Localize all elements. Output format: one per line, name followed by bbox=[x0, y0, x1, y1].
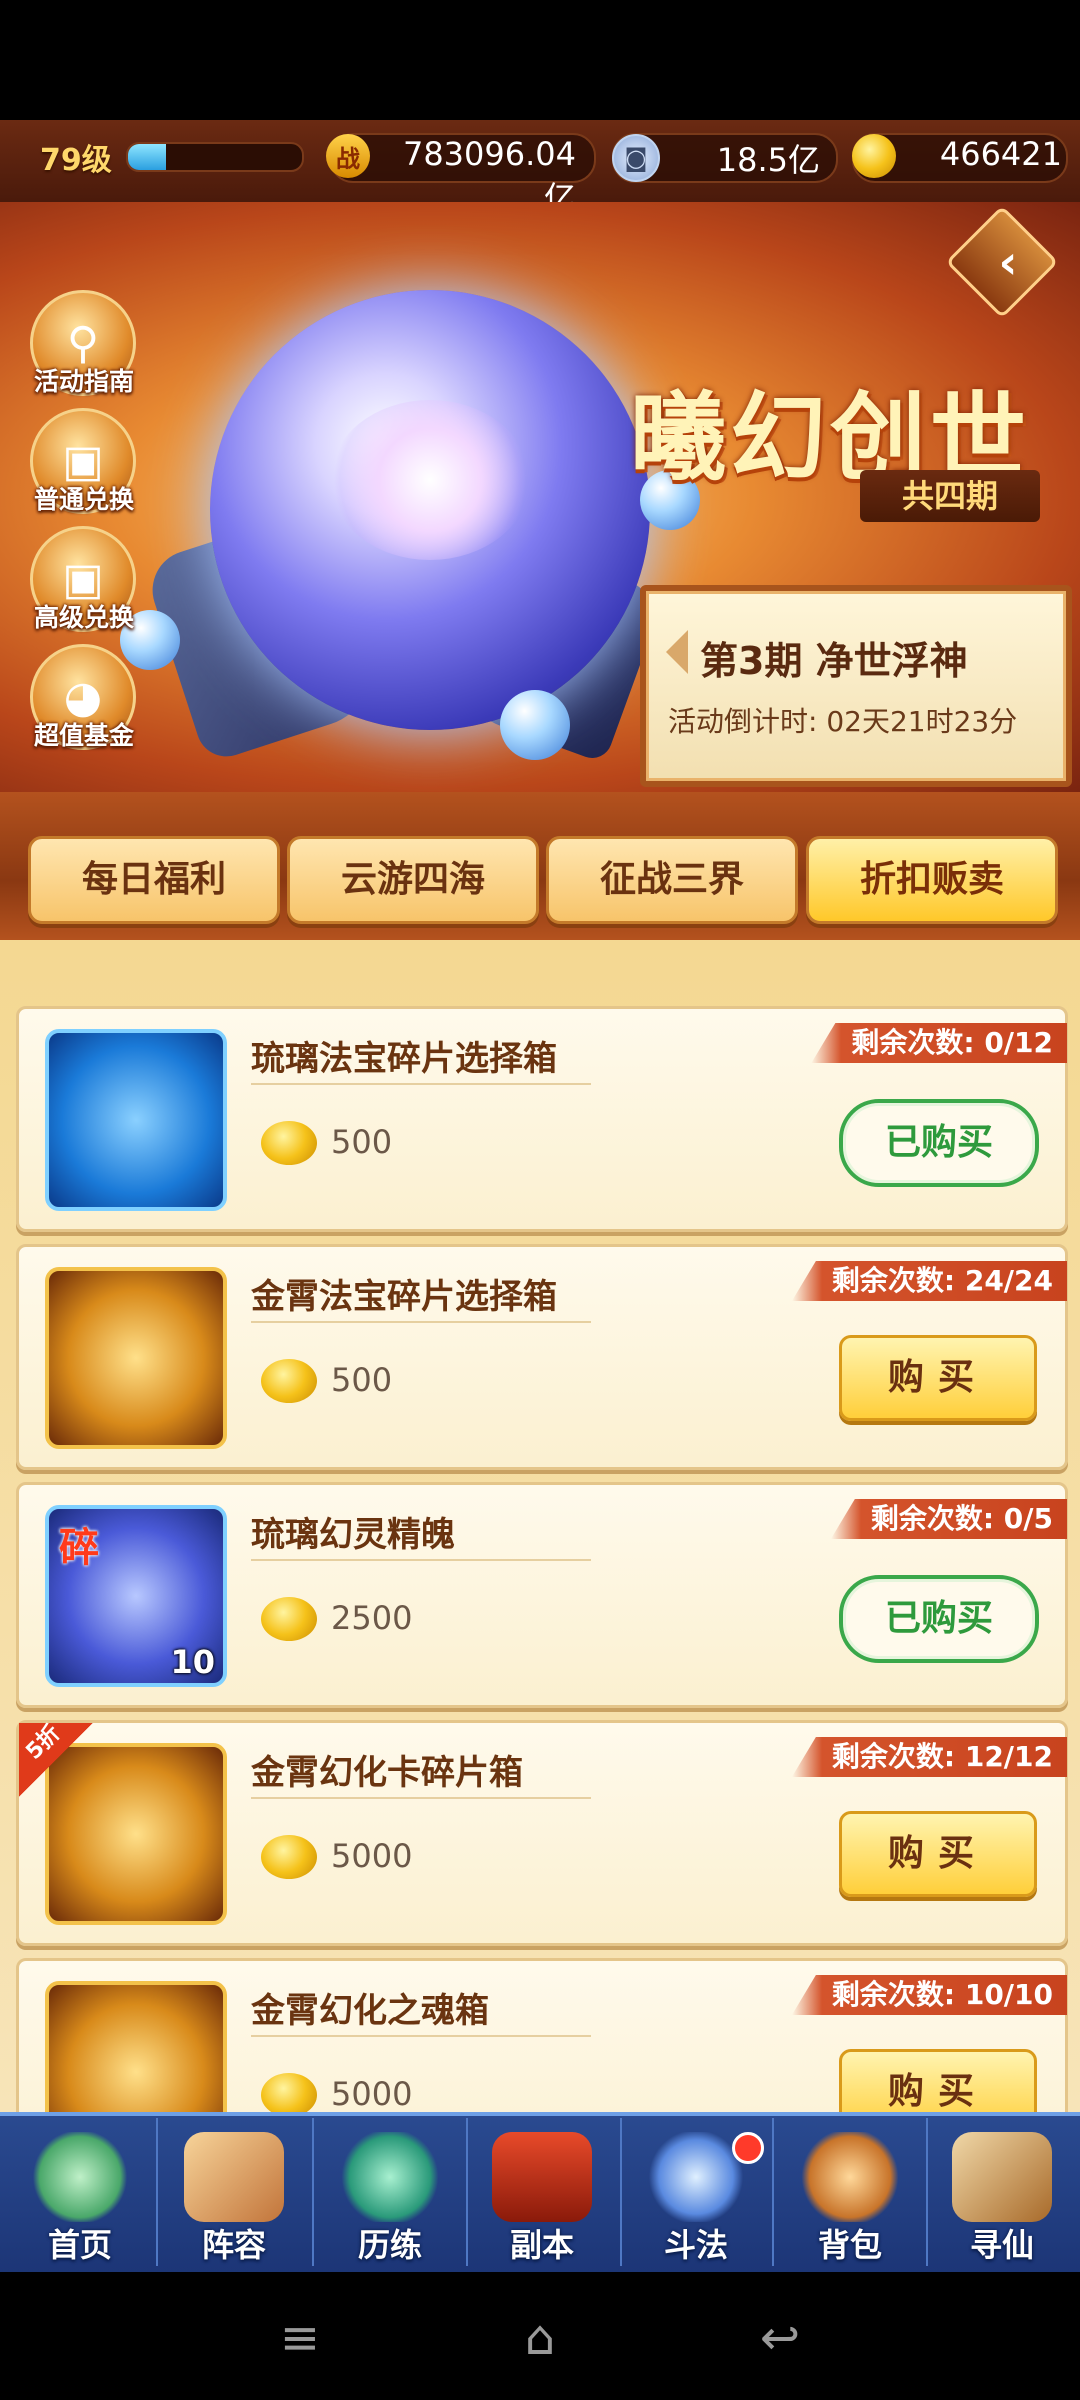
gold-ingot-icon bbox=[261, 1597, 317, 1641]
sword-icon bbox=[646, 2132, 746, 2222]
menu-icon[interactable]: ≡ bbox=[250, 2310, 350, 2366]
remaining-count: 剩余次数: 24/24 bbox=[791, 1261, 1067, 1301]
tab-conquest[interactable]: 征战三界 bbox=[546, 836, 798, 924]
side-button-advanced-exchange[interactable]: ▣ 高级兑换 bbox=[30, 526, 138, 634]
current-period-title: 第3期 净世浮神 bbox=[700, 639, 968, 683]
tab-discount-sale[interactable]: 折扣贩卖 bbox=[806, 836, 1058, 924]
remaining-count: 剩余次数: 0/5 bbox=[830, 1499, 1067, 1539]
divider bbox=[251, 1559, 591, 1561]
spirit-essence-icon: 碎 10 bbox=[45, 1505, 227, 1687]
copper-value: 18.5亿 bbox=[716, 141, 820, 179]
glass-treasure-chest-icon bbox=[45, 1029, 227, 1211]
divider bbox=[251, 1083, 591, 1085]
list-item: 琉璃法宝碎片选择箱 500 剩余次数: 0/12 已购买 bbox=[16, 1006, 1068, 1232]
remaining-count: 剩余次数: 0/12 bbox=[811, 1023, 1067, 1063]
divider bbox=[251, 1797, 591, 1799]
gold-ingot-icon bbox=[261, 2073, 317, 2112]
bubble-decoration bbox=[500, 690, 570, 760]
purchased-button[interactable]: 已购买 bbox=[839, 1575, 1039, 1663]
item-name: 金霄幻化卡碎片箱 bbox=[251, 1753, 523, 1793]
level-progress-bar bbox=[126, 142, 304, 172]
item-price: 500 bbox=[331, 1361, 393, 1399]
item-name: 琉璃法宝碎片选择箱 bbox=[251, 1039, 557, 1079]
nav-training[interactable]: 历练 bbox=[314, 2112, 466, 2272]
lotus-artwork bbox=[330, 400, 530, 560]
buy-button[interactable]: 购买 bbox=[839, 1811, 1037, 1897]
gold-ingot-icon bbox=[261, 1359, 317, 1403]
notification-dot bbox=[732, 2132, 764, 2164]
list-item: 金霄法宝碎片选择箱 500 剩余次数: 24/24 购买 bbox=[16, 1244, 1068, 1470]
bag-icon bbox=[800, 2132, 900, 2222]
nav-home[interactable]: 首页 bbox=[4, 2112, 156, 2272]
gold-treasure-chest-icon bbox=[45, 1981, 227, 2112]
home-icon[interactable]: ⌂ bbox=[490, 2310, 590, 2366]
player-level: 79级 bbox=[40, 143, 112, 178]
discount-badge: 5折 bbox=[19, 1721, 93, 1797]
status-bar bbox=[0, 0, 1080, 120]
event-countdown: 活动倒计时: 02天21时23分 bbox=[668, 705, 1018, 738]
previous-period-arrow-icon[interactable] bbox=[666, 630, 688, 674]
period-info-board bbox=[640, 585, 1072, 787]
item-name: 琉璃幻灵精魄 bbox=[251, 1515, 455, 1555]
nav-label: 副本 bbox=[509, 2226, 574, 2264]
item-name: 金霄法宝碎片选择箱 bbox=[251, 1277, 557, 1317]
side-button-label: 超值基金 bbox=[33, 721, 134, 750]
back-icon[interactable]: ↩ bbox=[730, 2310, 830, 2366]
item-price: 2500 bbox=[331, 1599, 413, 1637]
side-button-guide[interactable]: ⚲ 活动指南 bbox=[30, 290, 138, 398]
nav-label: 历练 bbox=[357, 2226, 422, 2264]
item-name: 金霄幻化之魂箱 bbox=[251, 1991, 489, 2031]
divider bbox=[251, 1321, 591, 1323]
side-button-fund[interactable]: ◕ 超值基金 bbox=[30, 644, 138, 752]
remaining-count: 剩余次数: 10/10 bbox=[791, 1975, 1067, 2015]
mountain-home-icon bbox=[30, 2132, 130, 2222]
scroll-icon bbox=[952, 2132, 1052, 2222]
gold-ingot-icon bbox=[261, 1835, 317, 1879]
battle-power-icon: 战 bbox=[326, 134, 370, 178]
side-button-label: 活动指南 bbox=[33, 367, 134, 396]
gold-treasure-chest-icon bbox=[45, 1267, 227, 1449]
nav-seek-immortal[interactable]: 寻仙 bbox=[926, 2112, 1078, 2272]
tab-cloud-travel[interactable]: 云游四海 bbox=[287, 836, 539, 924]
item-price: 5000 bbox=[331, 2075, 413, 2112]
list-item: 金霄幻化之魂箱 5000 剩余次数: 10/10 购买 bbox=[16, 1958, 1068, 2112]
level-progress-fill bbox=[128, 144, 167, 170]
tab-daily-welfare[interactable]: 每日福利 bbox=[28, 836, 280, 924]
fragment-mark: 碎 bbox=[59, 1525, 99, 1571]
nav-label: 寻仙 bbox=[969, 2226, 1034, 2264]
gate-icon bbox=[492, 2132, 592, 2222]
shop-item-list[interactable]: 琉璃法宝碎片选择箱 500 剩余次数: 0/12 已购买 金霄法宝碎片选择箱 5… bbox=[0, 940, 1080, 2112]
nav-label: 首页 bbox=[47, 2226, 112, 2264]
cards-icon bbox=[184, 2132, 284, 2222]
item-price: 500 bbox=[331, 1123, 393, 1161]
side-button-label: 高级兑换 bbox=[33, 603, 134, 632]
gold-ingot-icon bbox=[852, 134, 896, 178]
side-button-label: 普通兑换 bbox=[33, 485, 134, 514]
gourd-icon bbox=[340, 2132, 440, 2222]
gold-ingot-icon bbox=[261, 1121, 317, 1165]
list-item: 碎 10 琉璃幻灵精魄 2500 剩余次数: 0/5 已购买 bbox=[16, 1482, 1068, 1708]
nav-bag[interactable]: 背包 bbox=[774, 2112, 926, 2272]
buy-button[interactable]: 购买 bbox=[839, 2049, 1037, 2112]
discount-label: 5折 bbox=[21, 1720, 66, 1765]
copper-coin-icon: ◙ bbox=[612, 134, 660, 182]
period-count-tag: 共四期 bbox=[860, 470, 1040, 522]
buy-button[interactable]: 购买 bbox=[839, 1335, 1037, 1421]
back-arrow-icon: ‹ bbox=[998, 235, 1018, 289]
divider bbox=[251, 2035, 591, 2037]
purchased-button[interactable]: 已购买 bbox=[839, 1099, 1039, 1187]
gold-value: 466421 bbox=[939, 135, 1062, 173]
nav-lineup[interactable]: 阵容 bbox=[158, 2112, 310, 2272]
list-item: 5折 金霄幻化卡碎片箱 5000 剩余次数: 12/12 购买 bbox=[16, 1720, 1068, 1946]
side-button-normal-exchange[interactable]: ▣ 普通兑换 bbox=[30, 408, 138, 516]
remaining-count: 剩余次数: 12/12 bbox=[791, 1737, 1067, 1777]
item-price: 5000 bbox=[331, 1837, 413, 1875]
nav-label: 斗法 bbox=[663, 2226, 728, 2264]
nav-label: 阵容 bbox=[201, 2226, 266, 2264]
nav-dungeon[interactable]: 副本 bbox=[466, 2112, 618, 2272]
stack-count: 10 bbox=[170, 1643, 215, 1681]
nav-label: 背包 bbox=[817, 2226, 882, 2264]
